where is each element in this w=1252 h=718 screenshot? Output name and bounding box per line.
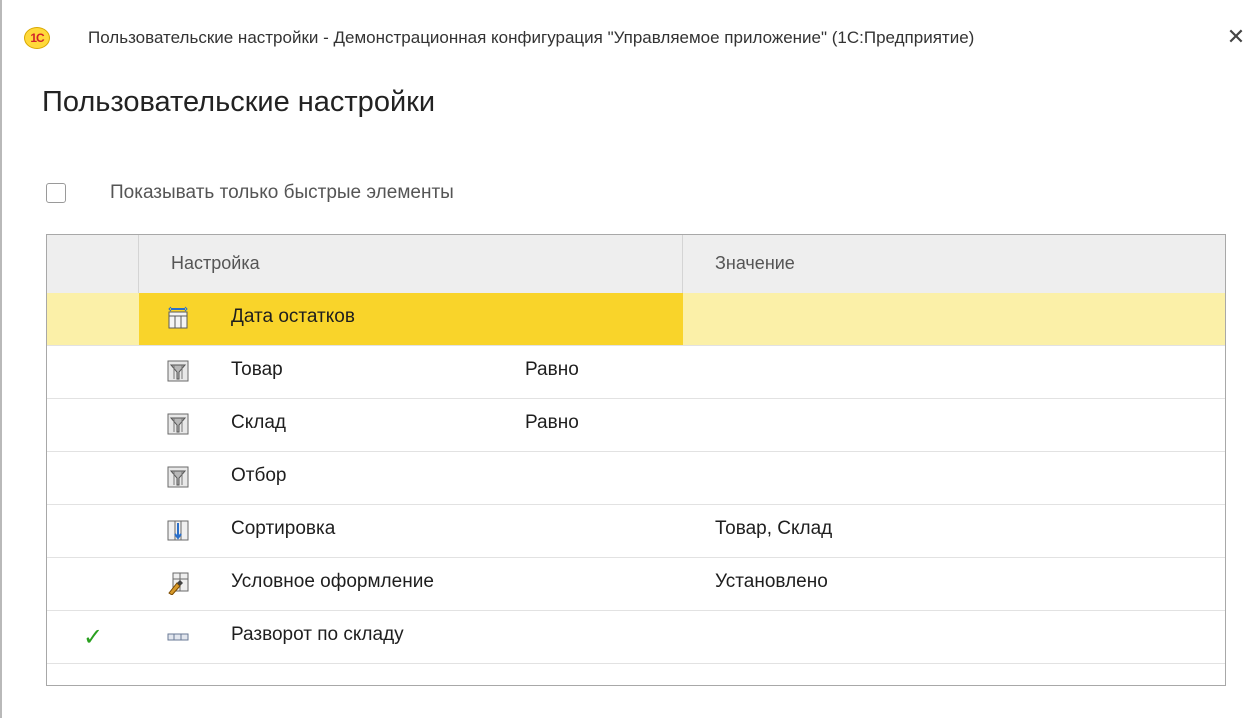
- setting-label: Разворот по складу: [231, 624, 404, 645]
- setting-cell[interactable]: Разворот по складу: [139, 611, 683, 663]
- value-cell[interactable]: [683, 452, 1225, 504]
- column-header-value[interactable]: Значение: [683, 235, 1225, 293]
- setting-cell[interactable]: Товар Равно: [139, 346, 683, 398]
- value-cell[interactable]: Товар, Склад: [683, 505, 1225, 557]
- value-cell[interactable]: [683, 293, 1225, 345]
- setting-label: Сортировка: [231, 518, 336, 539]
- table-row[interactable]: Отбор: [47, 452, 1225, 505]
- use-cell[interactable]: [47, 346, 139, 398]
- quick-elements-label: Показывать только быстрые элементы: [110, 182, 454, 203]
- value-text: Установлено: [715, 571, 828, 592]
- use-cell[interactable]: [47, 399, 139, 451]
- conditional-format-icon: [167, 571, 189, 596]
- checkmark-icon: ✓: [82, 623, 104, 651]
- table-header: Настройка Значение: [47, 235, 1225, 294]
- grouping-icon: [167, 624, 189, 648]
- value-cell[interactable]: [683, 346, 1225, 398]
- value-cell[interactable]: [683, 399, 1225, 451]
- column-header-setting[interactable]: Настройка: [139, 235, 683, 293]
- title-bar: 1С Пользовательские настройки - Демонстр…: [2, 0, 1252, 78]
- table-row[interactable]: ✓ Разворот по складу: [47, 611, 1225, 664]
- close-icon[interactable]: ✕: [1224, 24, 1248, 50]
- setting-cell[interactable]: Отбор: [139, 452, 683, 504]
- table-row[interactable]: Сортировка Товар, Склад: [47, 505, 1225, 558]
- setting-label: Условное оформление: [231, 571, 434, 592]
- use-cell[interactable]: [47, 558, 139, 610]
- setting-cell[interactable]: Дата остатков: [139, 293, 683, 345]
- settings-window: 1С Пользовательские настройки - Демонстр…: [0, 0, 1252, 718]
- settings-table: Настройка Значение Дата остатков Товар Рав…: [46, 234, 1226, 686]
- table-row[interactable]: Дата остатков: [47, 293, 1225, 346]
- table-row[interactable]: Товар Равно: [47, 346, 1225, 399]
- filter-icon: [167, 359, 189, 383]
- value-text: Товар, Склад: [715, 518, 833, 539]
- use-cell[interactable]: ✓: [47, 611, 139, 663]
- table-row[interactable]: Склад Равно: [47, 399, 1225, 452]
- table-row[interactable]: Условное оформление Установлено: [47, 558, 1225, 611]
- calendar-date-icon: [167, 306, 189, 330]
- setting-label: Товар: [231, 359, 283, 380]
- app-logo-icon: 1С: [24, 27, 50, 49]
- table-body: Дата остатков Товар Равно Склад Равно Отбор Со…: [47, 293, 1225, 664]
- use-cell[interactable]: [47, 293, 139, 345]
- sort-icon: [167, 518, 189, 542]
- value-cell[interactable]: Установлено: [683, 558, 1225, 610]
- value-cell[interactable]: [683, 611, 1225, 663]
- comparison-label: Равно: [525, 359, 579, 380]
- use-cell[interactable]: [47, 452, 139, 504]
- setting-label: Склад: [231, 412, 286, 433]
- quick-elements-checkbox[interactable]: [46, 183, 66, 203]
- window-title: Пользовательские настройки - Демонстраци…: [88, 28, 975, 47]
- use-cell[interactable]: [47, 505, 139, 557]
- filter-icon: [167, 465, 189, 489]
- setting-cell[interactable]: Сортировка: [139, 505, 683, 557]
- filter-icon: [167, 412, 189, 436]
- setting-cell[interactable]: Условное оформление: [139, 558, 683, 610]
- quick-elements-option: Показывать только быстрые элементы: [46, 178, 454, 208]
- column-header-use[interactable]: [47, 235, 139, 293]
- setting-cell[interactable]: Склад Равно: [139, 399, 683, 451]
- page-title: Пользовательские настройки: [42, 86, 436, 118]
- setting-label: Отбор: [231, 465, 287, 486]
- comparison-label: Равно: [525, 412, 579, 433]
- setting-label: Дата остатков: [231, 306, 355, 327]
